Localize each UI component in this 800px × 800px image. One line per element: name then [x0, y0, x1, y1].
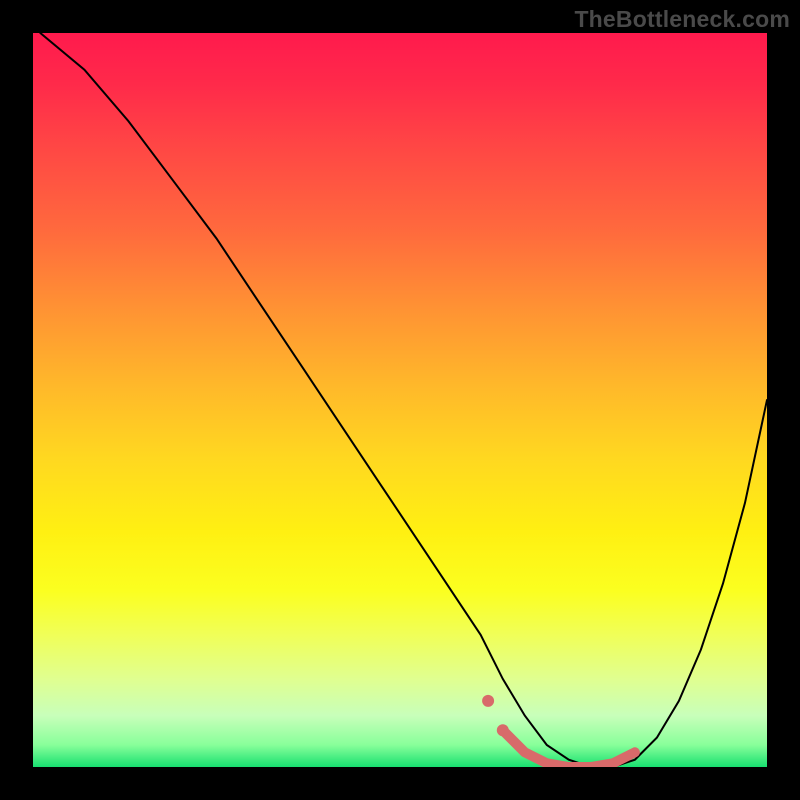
bottleneck-curve	[40, 33, 767, 767]
plot-area	[33, 33, 767, 767]
marker-dot	[497, 724, 509, 736]
optimal-range-marker	[503, 730, 635, 767]
chart-svg	[33, 33, 767, 767]
marker-dot	[482, 695, 494, 707]
chart-frame: TheBottleneck.com	[0, 0, 800, 800]
watermark-text: TheBottleneck.com	[574, 6, 790, 33]
optimal-range-dots	[482, 695, 509, 736]
